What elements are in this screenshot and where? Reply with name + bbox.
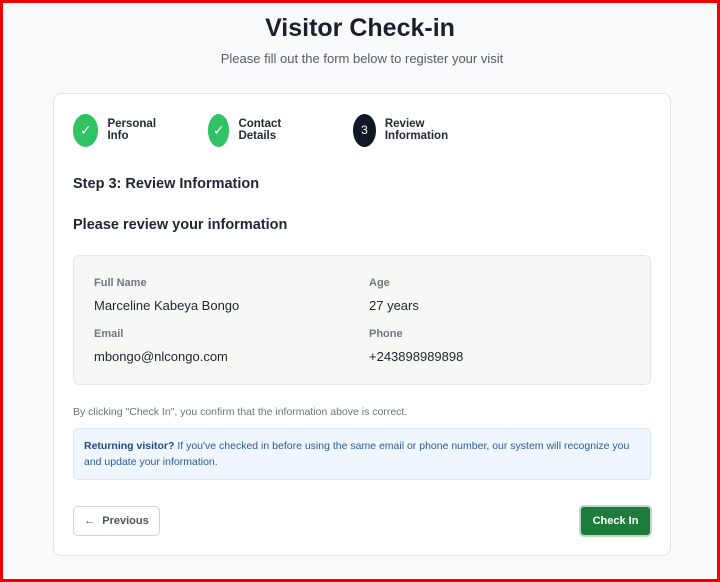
step-label: Contact Details <box>238 118 282 142</box>
field-label: Phone <box>369 328 403 340</box>
review-heading: Please review your information <box>73 217 288 233</box>
field-label: Full Name <box>94 277 147 289</box>
field-age: Age 27 years <box>369 277 419 313</box>
step-label: Review Information <box>384 118 449 142</box>
field-phone: Phone +243898989898 <box>369 328 463 364</box>
page-subtitle: Please fill out the form below to regist… <box>220 51 504 66</box>
field-full-name: Full Name Marceline Kabeya Bongo <box>94 277 239 313</box>
page-title: Visitor Check-in <box>265 14 455 42</box>
step-personal-info: ✓ Personal Info <box>73 113 164 147</box>
step-number-badge: 3 <box>353 113 376 147</box>
confirm-note: By clicking "Check In", you confirm that… <box>73 406 408 418</box>
field-label: Age <box>369 277 390 289</box>
field-value: mbongo@nlcongo.com <box>94 349 228 364</box>
step-complete-check-icon: ✓ <box>208 113 230 147</box>
field-value: +243898989898 <box>369 349 464 364</box>
step-label: Personal Info <box>107 118 157 142</box>
step-review-information: 3 Review Information <box>353 113 458 147</box>
field-value: Marceline Kabeya Bongo <box>94 298 240 313</box>
notice-bold: Returning visitor? <box>84 440 175 452</box>
check-in-button[interactable]: Check In <box>579 505 652 537</box>
previous-button[interactable]: ← Previous <box>73 506 160 536</box>
field-email: Email mbongo@nlcongo.com <box>94 328 228 364</box>
field-label: Email <box>94 328 124 340</box>
step-title: Step 3: Review Information <box>73 176 260 192</box>
step-complete-check-icon: ✓ <box>73 113 99 147</box>
step-contact-details: ✓ Contact Details <box>208 113 293 147</box>
arrow-left-icon: ← <box>84 515 96 527</box>
review-summary-box: Full Name Marceline Kabeya Bongo Age 27 … <box>73 255 651 385</box>
checkin-form-card: ✓ Personal Info ✓ Contact Details 3 Revi… <box>53 93 671 556</box>
field-value: 27 years <box>369 298 419 313</box>
previous-label: Previous <box>102 515 149 527</box>
returning-visitor-notice: Returning visitor? If you've checked in … <box>73 428 651 480</box>
